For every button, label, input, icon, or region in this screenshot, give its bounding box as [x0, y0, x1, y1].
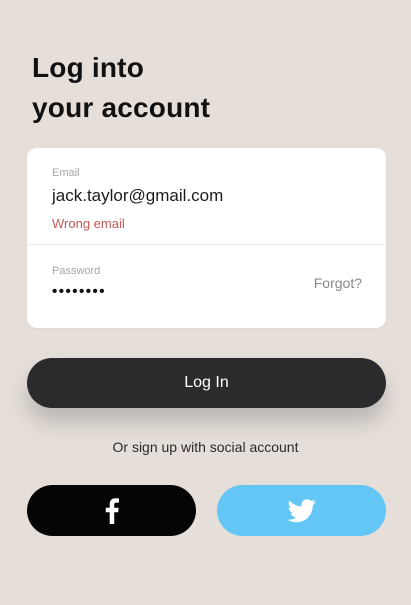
- login-form-card: Email jack.taylor@gmail.com Wrong email …: [27, 148, 386, 328]
- facebook-login-button[interactable]: [27, 485, 196, 536]
- twitter-icon: [286, 498, 316, 522]
- email-input[interactable]: jack.taylor@gmail.com: [52, 186, 223, 206]
- social-signup-prompt: Or sign up with social account: [112, 439, 299, 455]
- password-label: Password: [52, 265, 101, 277]
- twitter-login-button[interactable]: [217, 485, 386, 536]
- title-line-2: your account: [32, 92, 211, 123]
- facebook-icon: [105, 497, 119, 524]
- page-title: Log into your account: [32, 48, 372, 128]
- email-label: Email: [52, 167, 80, 179]
- password-field[interactable]: Password •••••••• Forgot?: [27, 245, 386, 328]
- email-error-message: Wrong email: [52, 216, 125, 231]
- forgot-password-link[interactable]: Forgot?: [314, 275, 362, 291]
- title-line-1: Log into: [32, 52, 145, 83]
- password-input[interactable]: ••••••••: [52, 283, 106, 300]
- email-field[interactable]: Email jack.taylor@gmail.com Wrong email: [27, 148, 386, 244]
- login-button[interactable]: Log In: [27, 358, 386, 408]
